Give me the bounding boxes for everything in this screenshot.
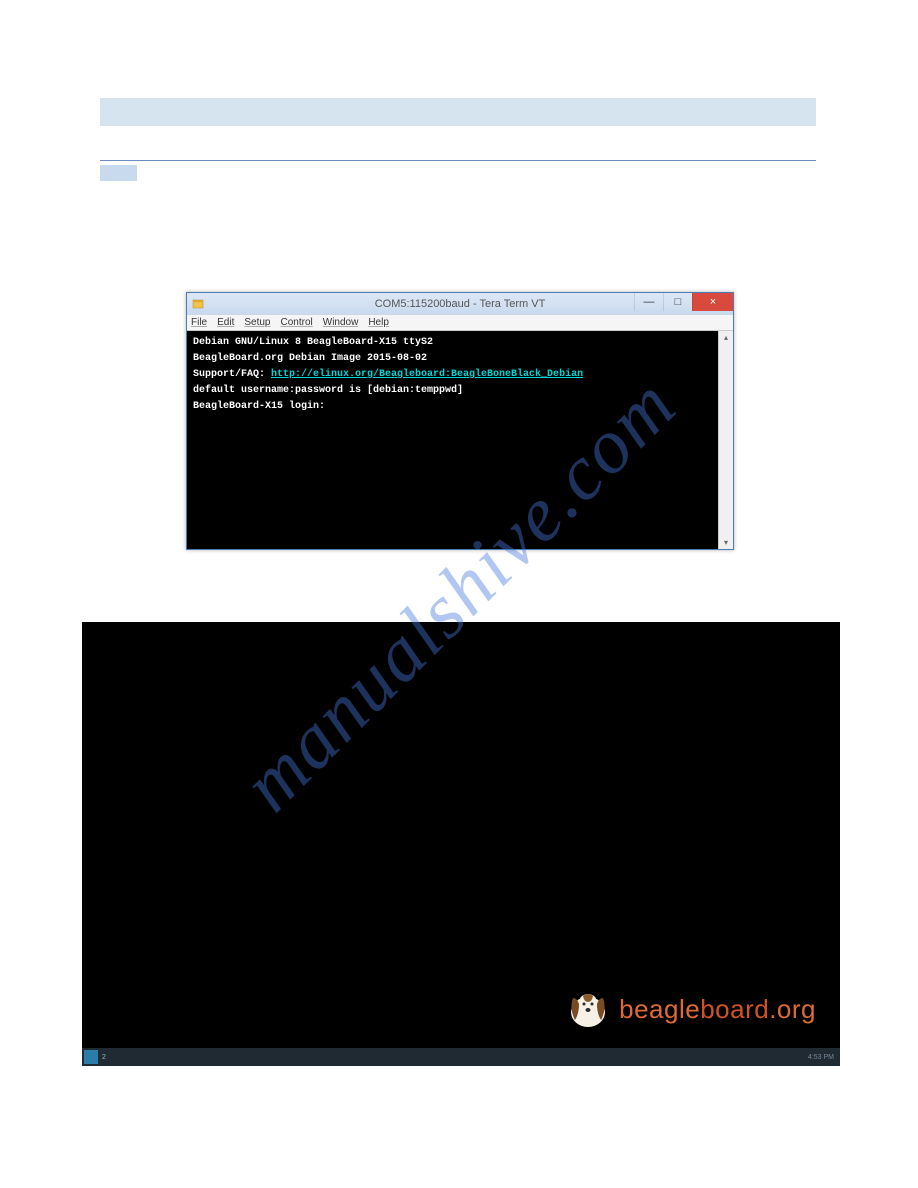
close-button[interactable]: × (692, 293, 733, 311)
terminal-output[interactable]: Debian GNU/Linux 8 BeagleBoard-X15 ttyS2… (187, 331, 718, 549)
header-bar (100, 98, 816, 126)
scroll-down-icon[interactable]: ▾ (719, 538, 733, 547)
beagle-icon (565, 988, 611, 1030)
app-icon (191, 297, 205, 311)
scrollbar[interactable]: ▴ ▾ (718, 331, 733, 549)
tera-term-window: COM5:115200baud - Tera Term VT — □ × Fil… (186, 292, 734, 550)
taskbar-clock: 4:53 PM (808, 1054, 834, 1061)
document-page: COM5:115200baud - Tera Term VT — □ × Fil… (0, 0, 918, 1188)
menu-edit[interactable]: Edit (217, 317, 234, 328)
desktop-screenshot: beagleboard.org 2 4:53 PM (82, 622, 840, 1066)
menu-file[interactable]: File (191, 317, 207, 328)
taskbar[interactable]: 2 4:53 PM (82, 1048, 840, 1066)
terminal-line: BeagleBoard.org Debian Image 2015-08-02 (193, 351, 712, 367)
terminal-line: Debian GNU/Linux 8 BeagleBoard-X15 ttyS2 (193, 335, 712, 351)
menu-setup[interactable]: Setup (244, 317, 270, 328)
taskbar-item[interactable]: 2 (102, 1054, 106, 1061)
terminal-body: Debian GNU/Linux 8 BeagleBoard-X15 ttyS2… (187, 331, 733, 549)
beagleboard-text: beagleboard.org (619, 994, 816, 1025)
window-titlebar[interactable]: COM5:115200baud - Tera Term VT — □ × (187, 293, 733, 315)
menu-help[interactable]: Help (368, 317, 389, 328)
start-button[interactable] (84, 1050, 98, 1064)
terminal-line: BeagleBoard-X15 login: (193, 399, 712, 415)
menu-window[interactable]: Window (323, 317, 359, 328)
window-controls: — □ × (634, 293, 733, 311)
redacted-label (100, 165, 137, 181)
menu-bar: File Edit Setup Control Window Help (187, 315, 733, 331)
terminal-line: default username:password is [debian:tem… (193, 383, 712, 399)
minimize-button[interactable]: — (634, 293, 663, 311)
scroll-up-icon[interactable]: ▴ (719, 333, 733, 342)
terminal-line: Support/FAQ: http://elinux.org/Beagleboa… (193, 367, 712, 383)
beagleboard-logo: beagleboard.org (565, 988, 816, 1030)
horizontal-rule (100, 160, 816, 161)
support-link[interactable]: http://elinux.org/Beagleboard:BeagleBone… (271, 369, 583, 380)
menu-control[interactable]: Control (281, 317, 313, 328)
maximize-button[interactable]: □ (663, 293, 692, 311)
